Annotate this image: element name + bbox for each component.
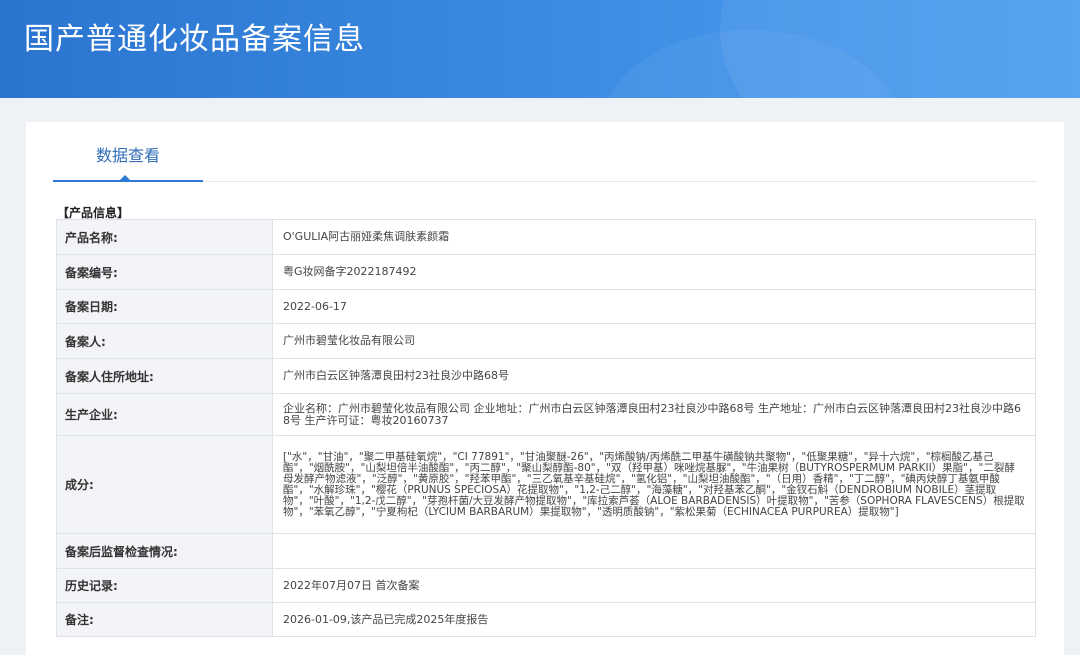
row-label-filer-address: 备案人住所地址:: [56, 358, 273, 394]
row-label-manufacturer: 生产企业:: [56, 393, 273, 436]
row-value-filer-address: 广州市白云区钟落潭良田村23社良沙中路68号: [272, 358, 1036, 394]
row-label-ingredients: 成分:: [56, 435, 273, 534]
row-label-product-name: 产品名称:: [56, 219, 273, 255]
table-row: 备案后监督检查情况:: [56, 533, 1036, 569]
row-label-filer: 备案人:: [56, 323, 273, 359]
content-card: 数据查看 【产品信息】 产品名称: O'GULIA阿古丽娅柔焦调肤素颜霜 备案编…: [26, 122, 1064, 655]
table-row: 备注: 2026-01-09,该产品已完成2025年度报告: [56, 602, 1036, 637]
table-row: 生产企业: 企业名称：广州市碧莹化妆品有限公司 企业地址：广州市白云区钟落潭良田…: [56, 393, 1036, 436]
row-label-history: 历史记录:: [56, 568, 273, 603]
product-info-table: 产品名称: O'GULIA阿古丽娅柔焦调肤素颜霜 备案编号: 粤G妆网备字202…: [56, 219, 1036, 637]
tab-label: 数据查看: [95, 146, 160, 165]
row-value-filing-number: 粤G妆网备字2022187492: [272, 254, 1036, 290]
tab-bar: 数据查看: [53, 122, 1037, 182]
table-row: 产品名称: O'GULIA阿古丽娅柔焦调肤素颜霜: [56, 219, 1036, 255]
row-value-supervision: [272, 533, 1036, 569]
tab-active-caret-icon: [119, 175, 131, 181]
row-label-supervision: 备案后监督检查情况:: [56, 533, 273, 569]
row-value-product-name: O'GULIA阿古丽娅柔焦调肤素颜霜: [272, 219, 1036, 255]
table-row: 历史记录: 2022年07月07日 首次备案: [56, 568, 1036, 603]
table-row: 备案人: 广州市碧莹化妆品有限公司: [56, 323, 1036, 359]
row-label-remarks: 备注:: [56, 602, 273, 637]
row-value-manufacturer: 企业名称：广州市碧莹化妆品有限公司 企业地址：广州市白云区钟落潭良田村23社良沙…: [272, 393, 1036, 436]
header-banner: 国产普通化妆品备案信息: [0, 0, 1080, 98]
table-row: 成分: ["水"，"甘油"，"聚二甲基硅氧烷"，"CI 77891"，"甘油聚醚…: [56, 435, 1036, 534]
row-label-filing-number: 备案编号:: [56, 254, 273, 290]
row-value-ingredients: ["水"，"甘油"，"聚二甲基硅氧烷"，"CI 77891"，"甘油聚醚-26"…: [272, 435, 1036, 534]
page-title: 国产普通化妆品备案信息: [24, 22, 365, 57]
row-value-remarks: 2026-01-09,该产品已完成2025年度报告: [272, 602, 1036, 637]
table-row: 备案人住所地址: 广州市白云区钟落潭良田村23社良沙中路68号: [56, 358, 1036, 394]
table-row: 备案编号: 粤G妆网备字2022187492: [56, 254, 1036, 290]
row-label-filing-date: 备案日期:: [56, 289, 273, 324]
table-row: 备案日期: 2022-06-17: [56, 289, 1036, 324]
row-value-filing-date: 2022-06-17: [272, 289, 1036, 324]
tab-data-view[interactable]: 数据查看: [53, 122, 203, 182]
row-value-filer: 广州市碧莹化妆品有限公司: [272, 323, 1036, 359]
row-value-history: 2022年07月07日 首次备案: [272, 568, 1036, 603]
